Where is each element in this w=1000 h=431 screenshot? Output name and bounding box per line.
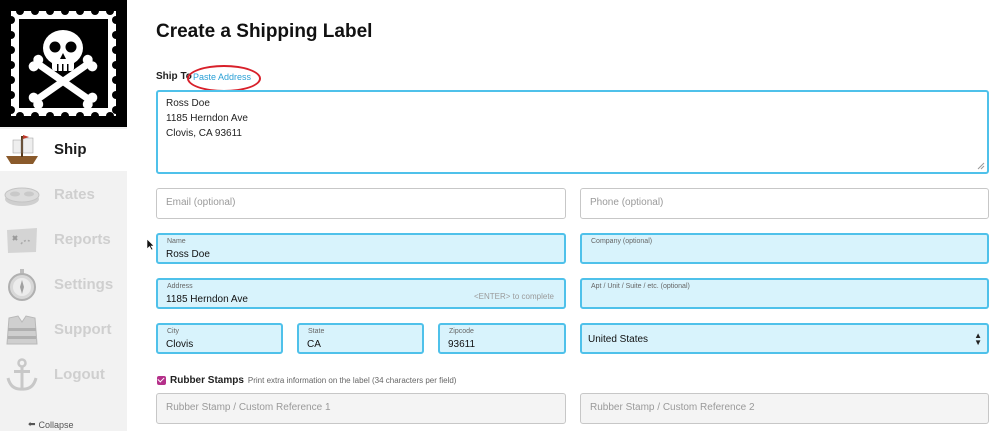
sidebar-item-label: Rates bbox=[54, 186, 95, 203]
phone-placeholder: Phone (optional) bbox=[590, 197, 664, 208]
life-vest-icon bbox=[3, 312, 41, 348]
sidebar-item-support[interactable]: Support bbox=[0, 309, 127, 351]
rubber-stamps-checkbox[interactable] bbox=[157, 376, 166, 385]
country-value: United States bbox=[588, 334, 649, 345]
page-title: Create a Shipping Label bbox=[156, 21, 373, 42]
rubber-stamps-description: Print extra information on the label (34… bbox=[247, 376, 457, 385]
zipcode-field[interactable]: Zipcode 93611 bbox=[438, 323, 566, 354]
city-value: Clovis bbox=[166, 339, 194, 350]
address-hint: <ENTER> to complete bbox=[473, 292, 554, 301]
treasure-map-icon bbox=[3, 222, 41, 258]
zipcode-value: 93611 bbox=[448, 339, 476, 350]
sidebar-item-ship[interactable]: Ship bbox=[0, 129, 127, 171]
sidebar-item-label: Logout bbox=[54, 366, 105, 383]
anchor-icon bbox=[3, 357, 41, 393]
address-label: Address bbox=[167, 283, 193, 290]
coins-icon bbox=[3, 177, 41, 213]
annotation-circle bbox=[187, 65, 261, 92]
email-placeholder: Email (optional) bbox=[166, 197, 236, 208]
name-label: Name bbox=[167, 238, 186, 245]
sidebar-item-label: Reports bbox=[54, 231, 111, 248]
sidebar-item-label: Ship bbox=[54, 141, 87, 158]
email-field[interactable]: Email (optional) bbox=[156, 188, 566, 219]
resize-grip-icon[interactable] bbox=[977, 162, 985, 170]
arrow-left-icon: ⬅ bbox=[28, 419, 36, 429]
apt-field[interactable]: Apt / Unit / Suite / etc. (optional) bbox=[580, 278, 989, 309]
rubber-stamps-row: Rubber Stamps Print extra information on… bbox=[157, 375, 456, 386]
city-field[interactable]: City Clovis bbox=[156, 323, 283, 354]
sidebar-item-label: Support bbox=[54, 321, 112, 338]
state-label: State bbox=[308, 328, 325, 335]
state-field[interactable]: State CA bbox=[297, 323, 424, 354]
name-value: Ross Doe bbox=[166, 249, 210, 260]
country-select[interactable]: United States ▲ ▼ bbox=[580, 323, 989, 354]
zipcode-label: Zipcode bbox=[449, 328, 474, 335]
company-label: Company (optional) bbox=[591, 238, 653, 245]
sidebar-item-logout[interactable]: Logout bbox=[0, 354, 127, 396]
name-field[interactable]: Name Ross Doe bbox=[156, 233, 566, 264]
address-line-3: Clovis, CA 93611 bbox=[166, 128, 242, 139]
rubber-stamp-2-placeholder: Rubber Stamp / Custom Reference 2 bbox=[590, 402, 755, 413]
apt-label: Apt / Unit / Suite / etc. (optional) bbox=[591, 283, 690, 290]
rubber-stamp-2-field[interactable]: Rubber Stamp / Custom Reference 2 bbox=[580, 393, 989, 424]
pirate-stamp-logo bbox=[0, 0, 127, 127]
sidebar: Ship Rates Reports Settings Support Logo… bbox=[0, 0, 127, 431]
ship-icon bbox=[3, 132, 41, 168]
sidebar-item-reports[interactable]: Reports bbox=[0, 219, 127, 261]
collapse-label: Collapse bbox=[38, 419, 74, 430]
select-arrows-icon: ▲ ▼ bbox=[974, 331, 982, 347]
sidebar-item-label: Settings bbox=[54, 276, 114, 293]
mouse-cursor-icon bbox=[146, 238, 155, 251]
rubber-stamp-1-placeholder: Rubber Stamp / Custom Reference 1 bbox=[166, 402, 331, 413]
address-field[interactable]: Address 1185 Herndon Ave <ENTER> to comp… bbox=[156, 278, 566, 309]
address-value: 1185 Herndon Ave bbox=[166, 294, 248, 305]
ship-to-address-textarea[interactable]: Ross Doe 1185 Herndon Ave Clovis, CA 936… bbox=[156, 90, 989, 174]
company-field[interactable]: Company (optional) bbox=[580, 233, 989, 264]
phone-field[interactable]: Phone (optional) bbox=[580, 188, 989, 219]
state-value: CA bbox=[307, 339, 321, 350]
sidebar-item-rates[interactable]: Rates bbox=[0, 174, 127, 216]
rubber-stamp-1-field[interactable]: Rubber Stamp / Custom Reference 1 bbox=[156, 393, 566, 424]
sidebar-item-settings[interactable]: Settings bbox=[0, 264, 127, 306]
compass-icon bbox=[3, 267, 41, 303]
address-line-2: 1185 Herndon Ave bbox=[166, 113, 248, 124]
rubber-stamps-title: Rubber Stamps bbox=[170, 375, 244, 386]
city-label: City bbox=[167, 328, 180, 335]
collapse-button[interactable]: ⬅ Collapse bbox=[28, 419, 74, 430]
address-line-1: Ross Doe bbox=[166, 98, 210, 109]
